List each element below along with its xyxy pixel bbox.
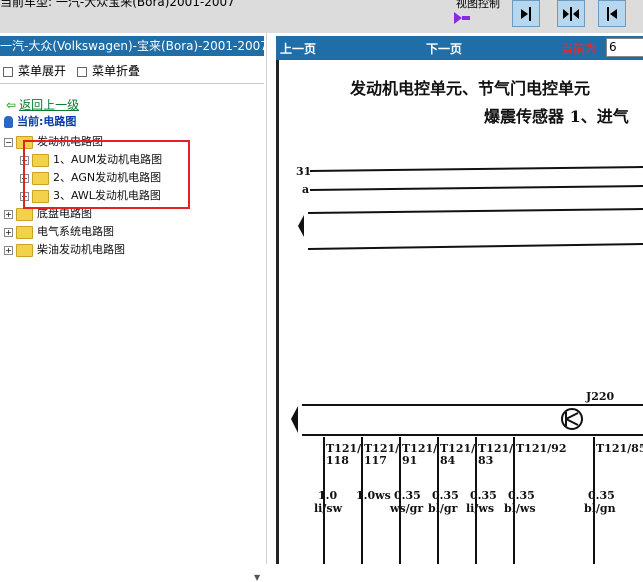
wire-a-label: a xyxy=(302,183,309,196)
back-arrow-icon: ⇦ xyxy=(6,98,17,112)
bus-line-top xyxy=(307,208,643,214)
folder-icon xyxy=(16,207,33,221)
wire-size-label: 0.35 xyxy=(588,489,615,502)
expand-toggle-icon[interactable]: + xyxy=(4,209,13,219)
highlight-box xyxy=(23,140,190,209)
pin-number: 91 xyxy=(402,454,417,467)
wire-color-label: bl/gn xyxy=(584,502,616,515)
wire-color-label: li/ws xyxy=(466,502,494,515)
wire-size-label: 1.0ws xyxy=(356,489,391,502)
tree-item-label: 电气系统电路图 xyxy=(37,225,114,238)
connector-marker-icon xyxy=(291,406,298,433)
wire-31-line xyxy=(309,166,643,172)
wire-size-label: 0.35 xyxy=(432,489,459,502)
view-left-button[interactable] xyxy=(512,0,540,27)
menu-collapse-label: 菜单折叠 xyxy=(92,64,141,78)
expand-toggle-icon[interactable]: + xyxy=(4,245,13,255)
collapse-icon xyxy=(77,66,87,77)
tree-item-diesel[interactable]: + 柴油发动机电路图 xyxy=(4,242,125,257)
pin-number: 117 xyxy=(364,454,387,467)
document-viewer: 上一页 下一页 当前为 6 发动机电控单元、节气门电控单元 爆震传感器 1、进气… xyxy=(276,33,643,564)
current-location: 当前:电路图 xyxy=(4,113,76,129)
wire-color-label: li/sw xyxy=(314,502,343,515)
folder-icon xyxy=(16,225,33,239)
wire-size-label: 0.35 xyxy=(470,489,497,502)
wiring-diagram: 31 a J220 T121/1181.0li/swT121/1171.0wsT… xyxy=(291,165,643,564)
wire-size-label: 0.35 xyxy=(508,489,535,502)
left-panel-title: 一汽-大众(Volkswagen)-宝来(Bora)-2001-2007 xyxy=(0,36,264,56)
component-j220-label: J220 xyxy=(585,390,615,403)
top-bar: 当前车型: 一汽-大众宝来(Bora)2001-2007 视图控制 xyxy=(0,0,643,33)
wire-a-line xyxy=(309,185,643,191)
current-location-label: 当前:电路图 xyxy=(17,115,77,128)
tree-item-electrical[interactable]: + 电气系统电路图 xyxy=(4,224,114,239)
expand-toggle-icon[interactable]: + xyxy=(4,227,13,237)
bus-line-bottom xyxy=(307,243,643,250)
pin-label: T121/85 xyxy=(596,442,643,455)
wire-color-label: bl/gr xyxy=(428,502,458,515)
divider xyxy=(0,83,264,84)
transistor-icon xyxy=(561,408,583,430)
pin-number: 83 xyxy=(478,454,493,467)
collapse-toggle-icon[interactable]: − xyxy=(4,137,13,147)
arrow-left-bar-icon xyxy=(607,7,617,21)
pin-group: T121/1181.0li/swT121/1171.0wsT121/910.35… xyxy=(314,437,643,564)
split-arrows-icon xyxy=(563,7,579,21)
wire-size-label: 0.35 xyxy=(394,489,421,502)
wire-color-label: ws/gr xyxy=(389,502,423,515)
view-split-button[interactable] xyxy=(557,0,585,27)
back-link[interactable]: ⇦ 返回上一级 xyxy=(6,96,79,113)
wire-size-label: 1.0 xyxy=(318,489,337,502)
wire-color-label: bl/ws xyxy=(504,502,536,515)
scroll-down-icon[interactable]: ▼ xyxy=(254,573,260,582)
left-panel: 一汽-大众(Volkswagen)-宝来(Bora)-2001-2007 菜单展… xyxy=(0,33,267,582)
expand-icon xyxy=(3,66,13,77)
window-title: 当前车型: 一汽-大众宝来(Bora)2001-2007 xyxy=(0,0,235,9)
connector-marker-icon xyxy=(298,215,304,237)
pin-label: T121/92 xyxy=(516,442,566,455)
menu-collapse-button[interactable]: 菜单折叠 xyxy=(77,62,140,79)
arrow-right-bar-icon xyxy=(521,7,531,21)
location-icon xyxy=(4,116,13,128)
menu-expand-label: 菜单展开 xyxy=(18,64,67,78)
wire-31-label: 31 xyxy=(296,165,311,178)
view-right-button[interactable] xyxy=(598,0,626,27)
back-link-label: 返回上一级 xyxy=(19,98,80,112)
pin-number: 84 xyxy=(440,454,456,467)
tree-item-label: 柴油发动机电路图 xyxy=(37,243,125,256)
pin-number: 118 xyxy=(326,454,349,467)
folder-icon xyxy=(16,243,33,257)
view-control-icon xyxy=(454,12,470,24)
menu-expand-button[interactable]: 菜单展开 xyxy=(3,62,66,79)
